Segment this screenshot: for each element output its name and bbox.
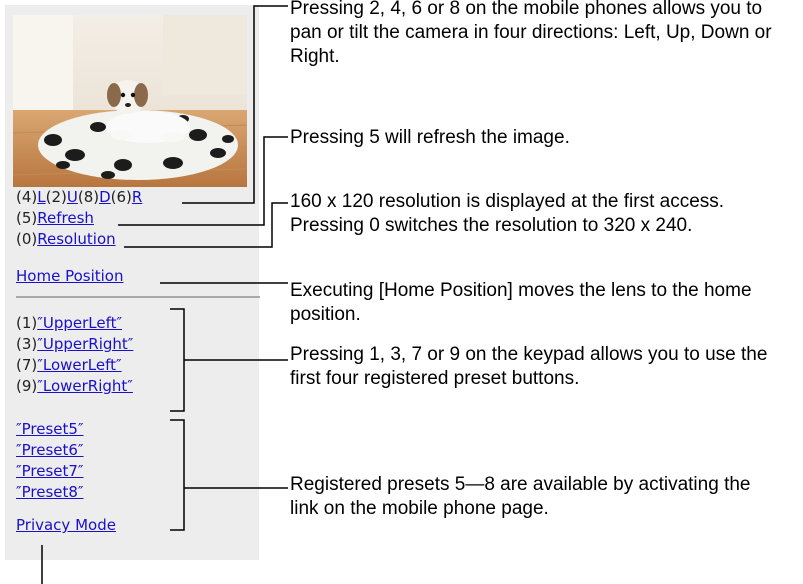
- link-presets-annotation: Registered presets 5—8 are available by …: [290, 474, 751, 519]
- pan-tilt-annotation: Pressing 2, 4, 6 or 8 on the mobile phon…: [290, 0, 772, 67]
- resolution-annotation: 160 x 120 resolution is displayed at the…: [290, 191, 725, 236]
- home-position-annotation: Executing [Home Position] moves the lens…: [290, 280, 752, 325]
- keypad-presets-annotation: Pressing 1, 3, 7 or 9 on the keypad allo…: [290, 344, 768, 389]
- refresh-annotation: Pressing 5 will refresh the image.: [290, 127, 570, 148]
